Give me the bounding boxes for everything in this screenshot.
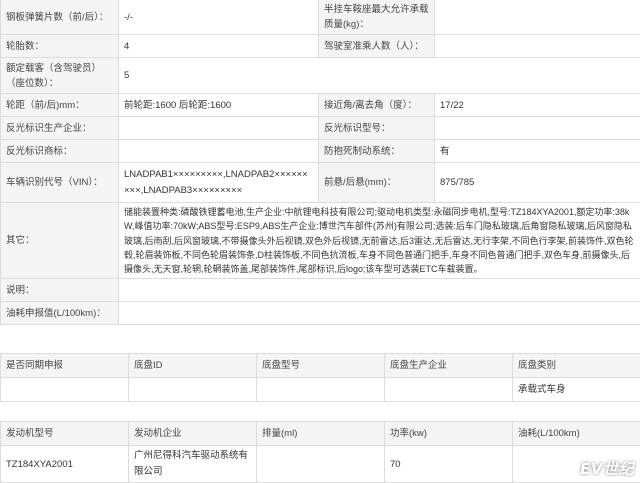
spec-table: 钢板弹簧片数（前/后）： -/- 半挂车鞍座最大允许承载质量(kg)： 轮胎数：… (0, 0, 640, 326)
spec-value-other: 储能装置种类:磷酸铁锂蓄电池,生产企业:中航锂电科技有限公司;驱动电机类型:永磁… (118, 201, 640, 280)
chassis-header-row: 是否同期申报 底盘ID 底盘型号 底盘生产企业 底盘类别 (0, 353, 640, 378)
spec-label: 防抱死制动系统： (318, 139, 435, 163)
chassis-cell-maker (384, 377, 513, 402)
spec-label: 反光标识生产企业： (0, 116, 119, 140)
spec-label: 前悬/后悬(mm)： (318, 162, 435, 203)
spec-label: 接近角/离去角（度）： (318, 93, 435, 117)
spec-value (118, 116, 319, 140)
chassis-cell-type: 承载式车身 (512, 377, 640, 402)
engine-header-power: 功率(kw) (384, 421, 513, 446)
spec-label: 反光标识型号： (318, 116, 435, 140)
engine-cell-power: 70 (384, 445, 513, 483)
spec-label: 反光标识商标： (0, 139, 119, 163)
spec-value: 17/22 (434, 93, 640, 117)
spec-row: 钢板弹簧片数（前/后）： -/- 半挂车鞍座最大允许承载质量(kg)： (0, 0, 640, 35)
ev-century-watermark: EV世纪 (580, 460, 634, 478)
chassis-row: 承载式车身 (0, 377, 640, 402)
spec-value (434, 34, 640, 58)
spec-value: 有 (434, 139, 640, 163)
chassis-header-maker: 底盘生产企业 (384, 353, 513, 378)
spec-row: 反光标识商标： 防抱死制动系统： 有 (0, 139, 640, 163)
spec-label: 钢板弹簧片数（前/后）： (0, 0, 119, 35)
spec-value: 875/785 (434, 162, 640, 203)
engine-table: 发动机型号 发动机企业 排量(ml) 功率(kw) 油耗(L/100km) TZ… (0, 421, 640, 483)
spec-row: 轮距（前/后)mm： 前轮距:1600 后轮距:1600 接近角/离去角（度）：… (0, 93, 640, 117)
engine-row: TZ184XYA2001 广州尼得科汽车驱动系统有限公司 70 (0, 445, 640, 483)
spec-value: 前轮距:1600 后轮距:1600 (118, 93, 319, 117)
chassis-header-model: 底盘型号 (256, 353, 385, 378)
chassis-header-id: 底盘ID (128, 353, 257, 378)
chassis-header-declared: 是否同期申报 (0, 353, 129, 378)
spec-label: 轮胎数： (0, 34, 119, 58)
engine-cell-maker: 广州尼得科汽车驱动系统有限公司 (128, 445, 257, 483)
spec-row: 额定载客（含驾驶员）（座位数）： 5 (0, 57, 640, 94)
spec-value: LNADPAB1×××××××××,LNADPAB2×××××××××,LNAD… (118, 162, 319, 203)
spec-row: 其它： 储能装置种类:磷酸铁锂蓄电池,生产企业:中航锂电科技有限公司;驱动电机类… (0, 201, 640, 280)
spec-value (118, 301, 640, 326)
spec-label: 其它： (0, 201, 119, 280)
engine-cell-displacement (256, 445, 385, 483)
engine-header-consumption: 油耗(L/100km) (512, 421, 640, 446)
spec-value (118, 139, 319, 163)
chassis-cell-declared (0, 377, 129, 402)
spec-label: 轮距（前/后)mm： (0, 93, 119, 117)
spec-value (434, 0, 640, 35)
spec-label: 说明： (0, 278, 119, 303)
spec-row: 反光标识生产企业： 反光标识型号： (0, 116, 640, 140)
spec-row: 说明： (0, 278, 640, 303)
spec-value (118, 278, 640, 303)
spec-label: 额定载客（含驾驶员）（座位数）： (0, 57, 119, 94)
spec-label: 车辆识别代号（VIN）： (0, 162, 119, 203)
engine-header-displacement: 排量(ml) (256, 421, 385, 446)
chassis-header-type: 底盘类别 (512, 353, 640, 378)
engine-cell-model: TZ184XYA2001 (0, 445, 129, 483)
spec-row: 轮胎数： 4 驾驶室准乘人数（人）： (0, 34, 640, 58)
spec-row: 油耗申报值(L/100km)： (0, 301, 640, 326)
spec-value: 4 (118, 34, 319, 58)
engine-header-model: 发动机型号 (0, 421, 129, 446)
spec-value: -/- (118, 0, 319, 35)
spec-value (434, 116, 640, 140)
spec-row: 车辆识别代号（VIN）： LNADPAB1×××××××××,LNADPAB2×… (0, 162, 640, 203)
spec-label: 半挂车鞍座最大允许承载质量(kg)： (318, 0, 435, 35)
spec-label: 驾驶室准乘人数（人）： (318, 34, 435, 58)
chassis-table: 是否同期申报 底盘ID 底盘型号 底盘生产企业 底盘类别 承载式车身 (0, 353, 640, 402)
engine-header-maker: 发动机企业 (128, 421, 257, 446)
chassis-cell-id (128, 377, 257, 402)
chassis-cell-model (256, 377, 385, 402)
spec-label: 油耗申报值(L/100km)： (0, 301, 119, 326)
spec-value: 5 (118, 57, 640, 94)
engine-header-row: 发动机型号 发动机企业 排量(ml) 功率(kw) 油耗(L/100km) (0, 421, 640, 446)
